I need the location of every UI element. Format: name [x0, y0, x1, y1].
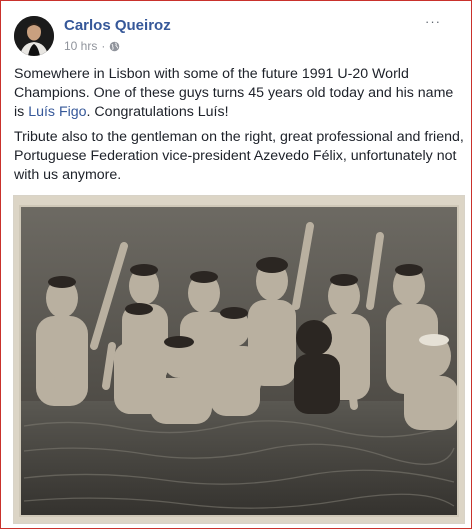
- author-avatar[interactable]: [14, 16, 54, 56]
- post-photo[interactable]: [13, 195, 465, 524]
- post-paragraph-1: Somewhere in Lisbon with some of the fut…: [14, 65, 464, 122]
- post-paragraph-2: Tribute also to the gentleman on the rig…: [14, 129, 464, 183]
- globe-icon[interactable]: [109, 41, 120, 52]
- post-text: Somewhere in Lisbon with some of the fut…: [14, 65, 464, 191]
- tagged-person-link[interactable]: Luís Figo: [28, 104, 86, 120]
- photo-image: [19, 205, 459, 517]
- post-meta: 10 hrs ·: [64, 39, 120, 53]
- post-timestamp[interactable]: 10 hrs: [64, 39, 97, 53]
- paragraph-1-end: . Congratulations Luís!: [86, 104, 229, 120]
- post-card: Carlos Queiroz 10 hrs · ··· Somewhere in…: [0, 0, 472, 529]
- meta-separator: ·: [101, 39, 106, 53]
- author-name[interactable]: Carlos Queiroz: [64, 17, 171, 34]
- avatar-image: [14, 16, 54, 56]
- more-options-icon[interactable]: ···: [425, 15, 443, 29]
